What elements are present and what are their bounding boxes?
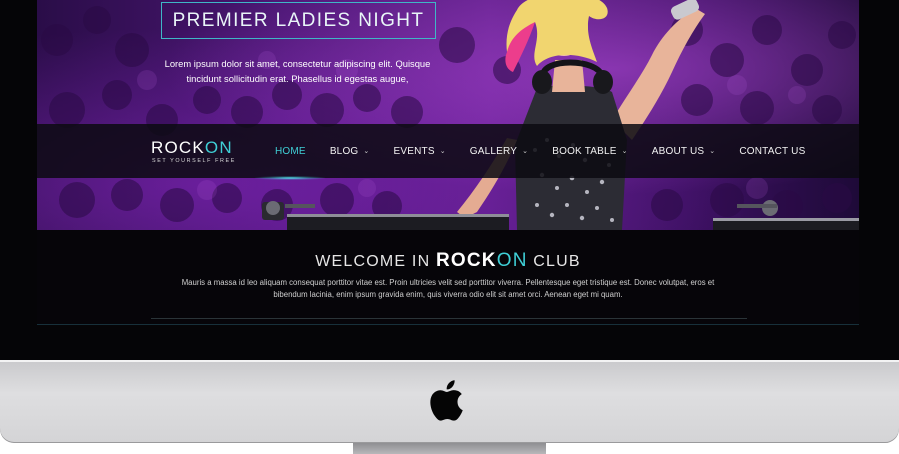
main-navbar: ROCKON SET YOURSELF FREE HOME BLOG ⌄ EVEN… [37, 124, 859, 178]
hero-description: Lorem ipsum dolor sit amet, consectetur … [164, 58, 431, 84]
nav-menu: HOME BLOG ⌄ EVENTS ⌄ GALLERY ⌄ BOOK TABLE ⌄ … [275, 124, 829, 178]
nav-item-label: EVENTS [393, 145, 435, 157]
welcome-description: Mauris a massa id leo aliquam consequat … [181, 278, 715, 299]
section-divider [151, 318, 747, 319]
chevron-down-icon: ⌄ [709, 148, 716, 155]
chin-highlight [0, 360, 899, 362]
monitor-stand [353, 443, 546, 454]
chevron-down-icon: ⌄ [522, 148, 529, 155]
nav-item-book-table[interactable]: BOOK TABLE ⌄ [552, 146, 628, 157]
hero-title-box: PREMIER LADIES NIGHT [161, 2, 436, 39]
nav-item-events[interactable]: EVENTS ⌄ [393, 146, 445, 157]
website-screen: PREMIER LADIES NIGHT Lorem ipsum dolor s… [37, 0, 859, 324]
hero-title: PREMIER LADIES NIGHT [172, 10, 425, 31]
nav-item-label: CONTACT US [739, 145, 806, 157]
nav-item-label: GALLERY [469, 145, 518, 157]
turntables [262, 200, 859, 230]
welcome-brand-rock: ROCK [435, 250, 497, 271]
logo-wordmark: ROCKON [151, 138, 233, 158]
nav-item-label: ABOUT US [651, 145, 705, 157]
nav-item-contact-us[interactable]: CONTACT US [739, 146, 805, 157]
nav-item-label: BOOK TABLE [552, 145, 617, 157]
welcome-post: CLUB [533, 253, 581, 270]
site-logo[interactable]: ROCKON SET YOURSELF FREE [151, 138, 251, 168]
nav-item-about-us[interactable]: ABOUT US ⌄ [652, 146, 716, 157]
hero-banner: PREMIER LADIES NIGHT Lorem ipsum dolor s… [37, 0, 859, 230]
logo-rock: ROCK [151, 138, 205, 157]
welcome-section: WELCOME IN ROCKON CLUB Mauris a massa id… [37, 230, 859, 324]
welcome-brand-on: ON [496, 250, 528, 271]
welcome-pre: WELCOME IN [315, 253, 431, 270]
nav-item-label: HOME [275, 145, 306, 157]
chevron-down-icon: ⌄ [439, 148, 446, 155]
logo-tagline: SET YOURSELF FREE [152, 158, 236, 164]
nav-item-label: BLOG [329, 145, 359, 157]
apple-logo-icon [430, 380, 463, 421]
nav-item-home[interactable]: HOME [275, 146, 306, 157]
screen-bottom-edge [37, 324, 859, 325]
nav-item-gallery[interactable]: GALLERY ⌄ [470, 146, 528, 157]
chevron-down-icon: ⌄ [363, 148, 370, 155]
active-nav-indicator [255, 176, 325, 180]
logo-on: ON [204, 138, 233, 157]
chevron-down-icon: ⌄ [621, 148, 628, 155]
welcome-heading: WELCOME IN ROCKON CLUB [37, 250, 859, 272]
nav-item-blog[interactable]: BLOG ⌄ [330, 146, 370, 157]
